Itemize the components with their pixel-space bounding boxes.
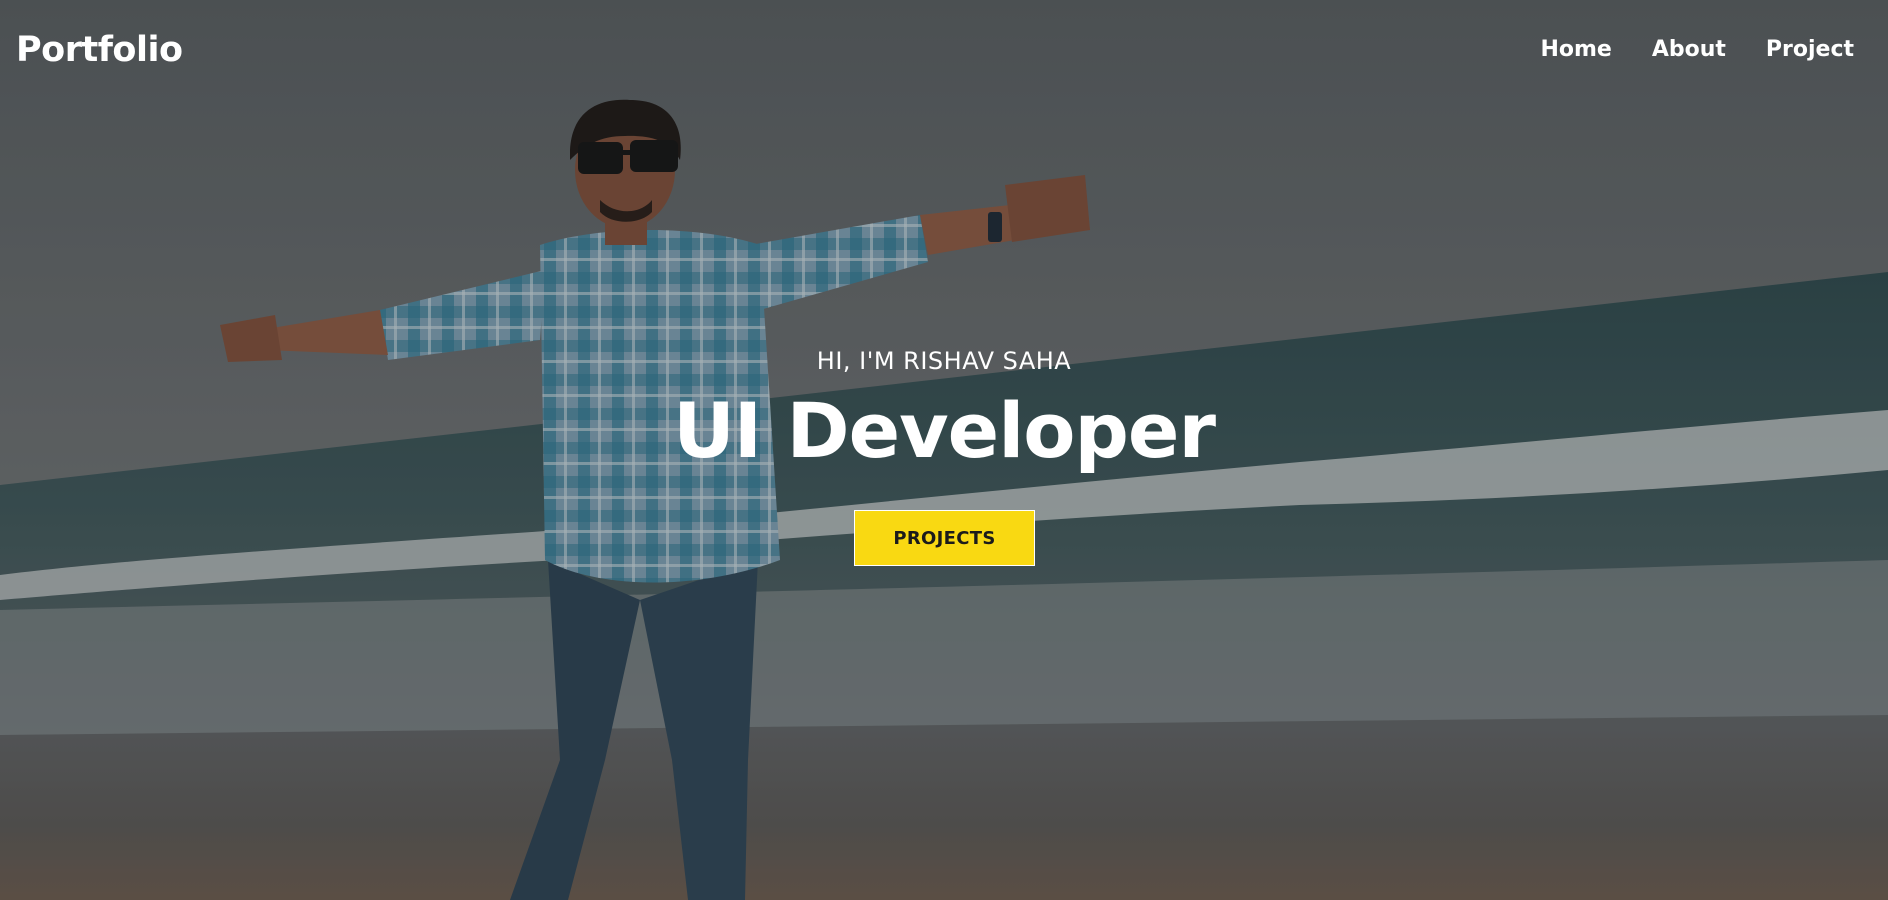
nav-link-project[interactable]: Project <box>1766 36 1854 64</box>
brand-logo[interactable]: Portfolio <box>16 28 183 72</box>
hero-role-title: UI Developer <box>673 386 1216 475</box>
projects-button[interactable]: PROJECTS <box>854 510 1035 566</box>
hero-section: Portfolio Home About Project HI, I'M RIS… <box>0 0 1888 900</box>
nav-link-home[interactable]: Home <box>1540 36 1611 64</box>
hero-greeting: HI, I'M RISHAV SAHA <box>816 347 1072 375</box>
nav-links: Home About Project <box>1540 36 1854 64</box>
top-navbar: Portfolio Home About Project <box>0 0 1888 100</box>
nav-link-about[interactable]: About <box>1652 36 1726 64</box>
